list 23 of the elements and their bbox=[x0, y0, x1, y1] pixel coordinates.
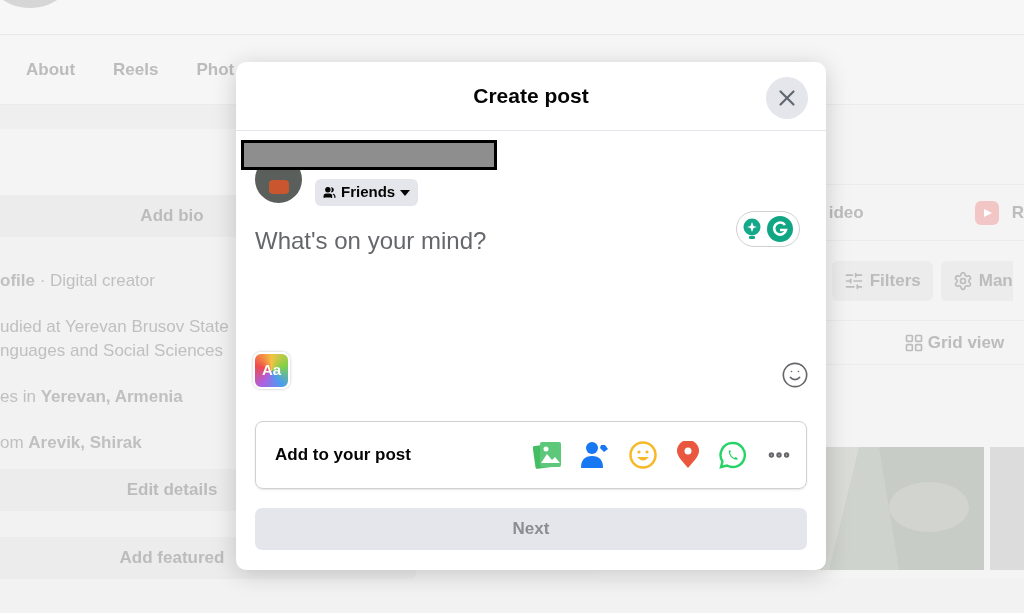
grid-view-tab[interactable]: Grid view bbox=[903, 329, 1005, 356]
profile-tab[interactable]: Phot bbox=[196, 56, 235, 83]
emoji-icon bbox=[781, 361, 809, 389]
settings-icon bbox=[952, 270, 973, 291]
composer-option[interactable]: ideo bbox=[828, 199, 974, 226]
audience-selector[interactable]: Friends bbox=[315, 179, 419, 206]
post-text-field[interactable]: What's on your mind? bbox=[255, 223, 736, 259]
close-button[interactable] bbox=[766, 77, 808, 119]
lightbulb-icon bbox=[743, 218, 761, 240]
tag-people-icon[interactable] bbox=[581, 441, 610, 469]
grammarly-icon bbox=[767, 216, 793, 242]
profile-tab[interactable]: Reels bbox=[113, 56, 159, 83]
chat-phone-icon[interactable] bbox=[719, 441, 747, 469]
photo-icon[interactable] bbox=[533, 441, 562, 469]
people-icon bbox=[323, 186, 336, 199]
grid-icon bbox=[903, 332, 924, 353]
composer-option[interactable]: R bbox=[1011, 199, 1024, 226]
add-to-post-label: Add to your post bbox=[275, 444, 412, 467]
profile-tab[interactable]: About bbox=[26, 56, 76, 83]
location-pin-icon[interactable] bbox=[676, 441, 700, 469]
filters-icon bbox=[843, 270, 864, 291]
dialog-title: Create post bbox=[473, 83, 589, 110]
reel-icon bbox=[973, 199, 1000, 226]
